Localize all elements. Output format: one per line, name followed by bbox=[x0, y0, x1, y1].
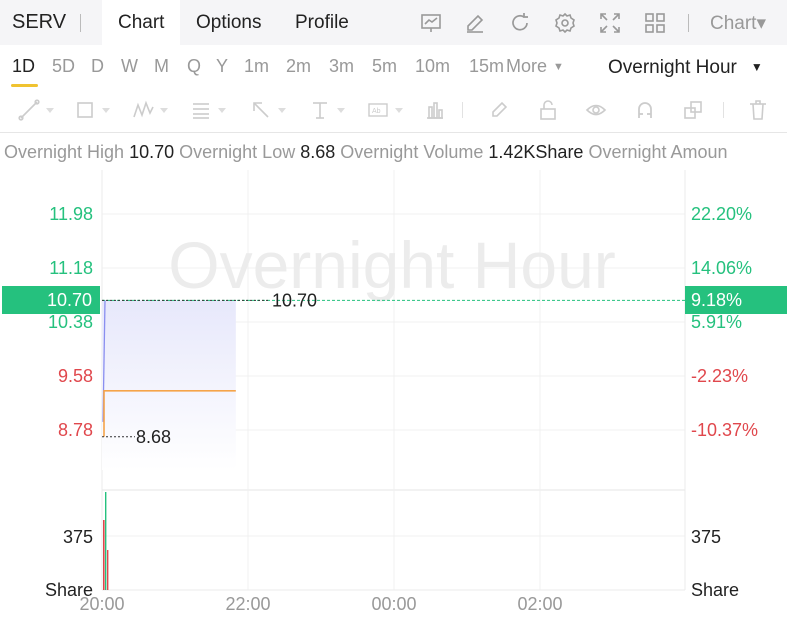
draw-pen-icon[interactable] bbox=[462, 10, 488, 36]
period-5m[interactable]: 5m bbox=[372, 56, 397, 77]
high-marker-label: 10.70 bbox=[272, 290, 317, 310]
fib-icon[interactable] bbox=[188, 97, 214, 123]
more-label: More bbox=[506, 56, 548, 76]
y-tick-left: 9.58 bbox=[58, 366, 93, 386]
y-tick-right: -10.37% bbox=[691, 420, 758, 440]
amount-label: Overnight Amoun bbox=[588, 142, 728, 162]
period-3m[interactable]: 3m bbox=[329, 56, 354, 77]
period-m[interactable]: M bbox=[154, 56, 169, 77]
session-dropdown[interactable]: Overnight Hour ▼ bbox=[608, 57, 763, 79]
layout-grid-icon[interactable] bbox=[642, 10, 668, 36]
low-marker-label: 8.68 bbox=[136, 427, 171, 447]
y-tick-right: 5.91% bbox=[691, 312, 742, 332]
volume-bar bbox=[105, 492, 107, 590]
caret-icon bbox=[160, 108, 168, 113]
y-tick-right: 14.06% bbox=[691, 258, 752, 278]
tab-chart[interactable]: Chart bbox=[102, 0, 181, 45]
arrow-icon[interactable] bbox=[248, 97, 274, 123]
current-change-label: 9.18% bbox=[685, 286, 787, 314]
low-label: Overnight Low bbox=[179, 142, 296, 162]
period-1m[interactable]: 1m bbox=[244, 56, 269, 77]
volume-axis-label: Share bbox=[691, 580, 739, 600]
eye-icon[interactable] bbox=[583, 97, 609, 123]
volume-value: 1.42KShare bbox=[488, 142, 584, 162]
caret-icon bbox=[337, 108, 345, 113]
x-tick-label: 20:00 bbox=[79, 594, 124, 614]
caret-icon bbox=[395, 108, 403, 113]
divider bbox=[688, 14, 689, 32]
volume-axis-label: 375 bbox=[691, 527, 721, 547]
x-tick-label: 00:00 bbox=[371, 594, 416, 614]
caret-icon bbox=[278, 108, 286, 113]
volume-bars bbox=[103, 492, 109, 590]
y-tick-right: 22.20% bbox=[691, 204, 752, 224]
brush-icon[interactable] bbox=[486, 97, 512, 123]
indicator-icon[interactable] bbox=[418, 10, 444, 36]
caret-icon bbox=[46, 108, 54, 113]
period-2m[interactable]: 2m bbox=[286, 56, 311, 77]
fullscreen-icon[interactable] bbox=[597, 10, 623, 36]
top-bar: SERV Chart Options Profile Chart▾ bbox=[0, 0, 787, 45]
bar-pattern-icon[interactable] bbox=[422, 97, 448, 123]
watermark: Overnight Hour bbox=[168, 228, 616, 302]
price-label-icon[interactable]: Ab bbox=[365, 97, 391, 123]
rectangle-icon[interactable] bbox=[72, 97, 98, 123]
y-tick-right: -2.23% bbox=[691, 366, 748, 386]
period-1d[interactable]: 1D bbox=[12, 56, 35, 77]
toolbar-divider bbox=[0, 132, 787, 133]
volume-bar bbox=[107, 550, 109, 590]
period-y[interactable]: Y bbox=[216, 56, 228, 77]
period-q[interactable]: Q bbox=[187, 56, 201, 77]
caret-icon bbox=[218, 108, 226, 113]
current-price-label: 10.70 bbox=[2, 286, 100, 314]
volume-axis-label: 375 bbox=[63, 527, 93, 547]
period-10m[interactable]: 10m bbox=[415, 56, 450, 77]
y-tick-left: 10.38 bbox=[48, 312, 93, 332]
y-tick-left: 11.18 bbox=[49, 258, 93, 278]
volume-bar bbox=[103, 520, 105, 590]
lock-icon[interactable] bbox=[535, 97, 561, 123]
low-value: 8.68 bbox=[300, 142, 336, 162]
x-tick-label: 02:00 bbox=[517, 594, 562, 614]
high-value: 10.70 bbox=[129, 142, 175, 162]
settings-icon[interactable] bbox=[552, 10, 578, 36]
chevron-down-icon: ▼ bbox=[750, 60, 763, 74]
price-chart[interactable]: Overnight Hour 10.70 8.68 11.98 11.18 10.38… bbox=[0, 170, 787, 622]
refresh-icon[interactable] bbox=[507, 10, 533, 36]
period-5d[interactable]: 5D bbox=[52, 56, 75, 77]
period-w[interactable]: W bbox=[121, 56, 138, 77]
volume-label: Overnight Volume bbox=[340, 142, 484, 162]
svg-text:Ab: Ab bbox=[372, 108, 381, 115]
trash-icon[interactable] bbox=[745, 97, 771, 123]
active-period-indicator bbox=[11, 84, 38, 87]
y-tick-left: 11.98 bbox=[49, 204, 93, 224]
period-d[interactable]: D bbox=[91, 56, 104, 77]
y-tick-left: 8.78 bbox=[58, 420, 93, 440]
period-15m[interactable]: 15m bbox=[469, 56, 507, 77]
clone-icon[interactable] bbox=[680, 97, 706, 123]
divider bbox=[80, 14, 81, 32]
text-icon[interactable] bbox=[307, 97, 333, 123]
symbol-label: SERV bbox=[12, 11, 67, 33]
chart-type-dropdown[interactable]: Chart▾ bbox=[710, 12, 766, 35]
chevron-down-icon: ▼ bbox=[553, 61, 564, 73]
divider bbox=[462, 102, 463, 118]
trend-line-icon[interactable] bbox=[16, 97, 42, 123]
pattern-icon[interactable] bbox=[130, 97, 156, 123]
divider bbox=[723, 102, 724, 118]
x-tick-label: 22:00 bbox=[225, 594, 270, 614]
high-label: Overnight High bbox=[4, 142, 125, 162]
tab-profile[interactable]: Profile bbox=[279, 0, 365, 45]
more-periods-dropdown[interactable]: More ▼ bbox=[506, 56, 564, 77]
magnet-icon[interactable] bbox=[632, 97, 658, 123]
caret-icon bbox=[102, 108, 110, 113]
tab-options[interactable]: Options bbox=[180, 0, 277, 45]
overnight-stats: Overnight High 10.70 Overnight Low 8.68 … bbox=[4, 142, 728, 163]
session-label: Overnight Hour bbox=[608, 57, 737, 78]
